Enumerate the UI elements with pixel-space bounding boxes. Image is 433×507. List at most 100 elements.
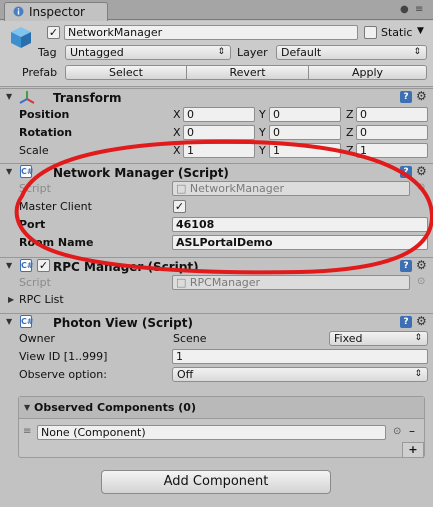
photon-view-header[interactable]: ▼ C# Photon View (Script) ? ⚙	[0, 313, 433, 330]
view-id-field[interactable]: 1	[172, 349, 428, 364]
photon-view-body: Owner Scene Fixed ⇕ View ID [1..999] 1 O…	[0, 330, 433, 390]
observed-components-panel: ▼ Observed Components (0) ≡ None (Compon…	[18, 396, 425, 458]
tab-bar: Inspector ● ≡	[0, 0, 433, 21]
add-component-button[interactable]: Add Component	[101, 470, 331, 494]
photon-view-title: Photon View (Script)	[53, 316, 193, 330]
updown-icon: ⇕	[414, 333, 422, 343]
master-client-checkbox[interactable]: ✓	[173, 200, 186, 213]
prefab-revert-button[interactable]: Revert	[186, 65, 309, 80]
tag-label: Tag	[38, 46, 57, 59]
rpc-manager-body: Script □ RPCManager ⊙ ▶ RPC List	[0, 274, 433, 310]
script-label: Script	[19, 276, 51, 289]
observed-components-header[interactable]: ▼ Observed Components (0)	[19, 397, 424, 419]
transform-header[interactable]: ▼ Transform ? ⚙	[0, 88, 433, 105]
script-field: □ NetworkManager	[172, 181, 410, 196]
transform-icon	[19, 91, 35, 104]
script-file-icon: □	[176, 182, 187, 195]
rotation-y-field[interactable]: 0	[269, 125, 341, 140]
owner-mode-dropdown[interactable]: Fixed ⇕	[329, 331, 428, 346]
position-y-field[interactable]: 0	[269, 107, 341, 122]
observe-option-label: Observe option:	[19, 368, 107, 381]
static-label: Static	[381, 26, 413, 39]
help-icon[interactable]: ?	[400, 316, 412, 328]
rpc-list-foldout-icon[interactable]: ▶	[8, 295, 14, 304]
static-dropdown-icon[interactable]: ▼	[417, 26, 424, 36]
foldout-icon[interactable]: ▼	[6, 92, 12, 101]
prefab-select-button[interactable]: Select	[65, 65, 187, 80]
script-value: RPCManager	[189, 276, 261, 289]
tag-value: Untagged	[70, 46, 124, 59]
foldout-icon[interactable]: ▼	[6, 167, 12, 176]
static-checkbox[interactable]	[364, 26, 377, 39]
script-icon: C#	[20, 315, 34, 328]
layer-dropdown[interactable]: Default ⇕	[276, 45, 427, 60]
scale-z-field[interactable]: 1	[356, 143, 428, 158]
view-id-label: View ID [1..999]	[19, 350, 108, 363]
rpc-manager-header[interactable]: ▼ C# ✓ RPC Manager (Script) ? ⚙	[0, 257, 433, 274]
room-name-field[interactable]: ASLPortalDemo	[172, 235, 428, 250]
layer-label: Layer	[237, 46, 268, 59]
axis-x-label: X	[173, 144, 181, 157]
menu-icon[interactable]: ≡	[415, 4, 423, 15]
master-client-label: Master Client	[19, 200, 92, 213]
axis-z-label: Z	[346, 108, 354, 121]
scale-y-field[interactable]: 1	[269, 143, 341, 158]
port-field[interactable]: 46108	[172, 217, 428, 232]
tag-dropdown[interactable]: Untagged ⇕	[65, 45, 231, 60]
position-z-field[interactable]: 0	[356, 107, 428, 122]
foldout-icon[interactable]: ▼	[6, 261, 12, 270]
object-picker-icon[interactable]: ⊙	[417, 276, 425, 287]
updown-icon: ⇕	[414, 369, 422, 379]
axis-z-label: Z	[346, 126, 354, 139]
scale-x-field[interactable]: 1	[183, 143, 255, 158]
rpc-list-label[interactable]: RPC List	[19, 293, 64, 306]
transform-title: Transform	[53, 91, 122, 105]
gear-icon[interactable]: ⚙	[416, 258, 427, 272]
port-label: Port	[19, 218, 46, 231]
axis-y-label: Y	[259, 108, 266, 121]
help-icon[interactable]: ?	[400, 260, 412, 272]
object-picker-icon[interactable]: ⊙	[417, 182, 425, 193]
gear-icon[interactable]: ⚙	[416, 314, 427, 328]
observed-component-field[interactable]: None (Component)	[37, 425, 386, 440]
axis-y-label: Y	[259, 126, 266, 139]
network-manager-title: Network Manager (Script)	[53, 166, 229, 180]
script-icon: C#	[20, 165, 34, 178]
axis-y-label: Y	[259, 144, 266, 157]
gear-icon[interactable]: ⚙	[416, 164, 427, 178]
transform-rows: Position X 0 Y 0 Z 0 Rotation X 0 Y 0 Z …	[0, 106, 433, 160]
observe-option-dropdown[interactable]: Off ⇕	[172, 367, 428, 382]
foldout-icon[interactable]: ▼	[6, 317, 12, 326]
gameobject-name-field[interactable]: NetworkManager	[64, 25, 358, 40]
scale-label: Scale	[19, 144, 49, 157]
updown-icon: ⇕	[217, 47, 225, 57]
owner-value: Scene	[173, 332, 207, 345]
foldout-icon[interactable]: ▼	[24, 403, 30, 412]
object-picker-icon[interactable]: ⊙	[393, 426, 401, 437]
help-icon[interactable]: ?	[400, 91, 412, 103]
remove-icon[interactable]: –	[409, 424, 415, 438]
script-icon: C#	[20, 259, 34, 272]
drag-handle-icon[interactable]: ≡	[23, 426, 31, 437]
rotation-z-field[interactable]: 0	[356, 125, 428, 140]
info-icon	[13, 6, 24, 17]
add-item-button[interactable]: +	[402, 442, 424, 458]
position-label: Position	[19, 108, 70, 121]
axis-x-label: X	[173, 108, 181, 121]
script-field: □ RPCManager	[172, 275, 410, 290]
active-checkbox[interactable]: ✓	[47, 26, 60, 39]
prefab-apply-button[interactable]: Apply	[308, 65, 427, 80]
prefab-label: Prefab	[22, 66, 58, 79]
lock-icon[interactable]: ●	[400, 4, 409, 15]
network-manager-header[interactable]: ▼ C# Network Manager (Script) ? ⚙	[0, 163, 433, 180]
gear-icon[interactable]: ⚙	[416, 89, 427, 103]
room-name-label: Room Name	[19, 236, 94, 249]
position-x-field[interactable]: 0	[183, 107, 255, 122]
rpc-manager-enabled-checkbox[interactable]: ✓	[37, 259, 50, 272]
rotation-x-field[interactable]: 0	[183, 125, 255, 140]
tab-inspector[interactable]: Inspector	[4, 2, 108, 21]
tab-title: Inspector	[29, 5, 85, 19]
help-icon[interactable]: ?	[400, 166, 412, 178]
updown-icon: ⇕	[413, 47, 421, 57]
script-label: Script	[19, 182, 51, 195]
